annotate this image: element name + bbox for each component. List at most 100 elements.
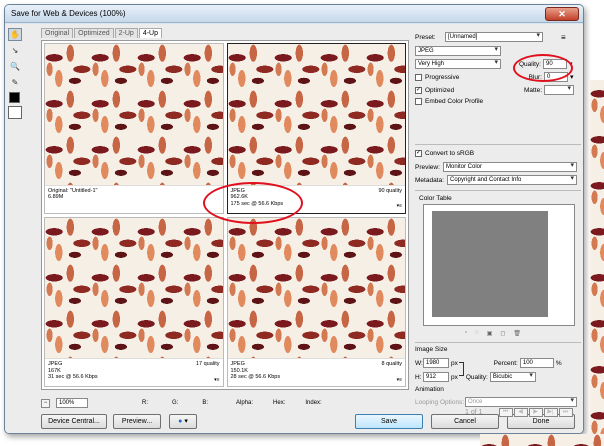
metadata-select[interactable]: Copyright and Contact Info bbox=[447, 175, 577, 185]
index-readout: Index: bbox=[305, 400, 322, 406]
pane-caption: JPEG 962.6K 175 sec @ 56.6 Kbps 90 quali… bbox=[227, 184, 405, 213]
map-transparency-icon[interactable]: ▫ bbox=[465, 330, 467, 337]
optimized-checkbox[interactable]: ✓ bbox=[415, 86, 422, 94]
tab-2-up[interactable]: 2-Up bbox=[114, 28, 138, 38]
embed-profile-label: Embed Color Profile bbox=[425, 98, 484, 105]
preview-row: Preview: Monitor Color bbox=[415, 162, 577, 172]
format-row: JPEG bbox=[415, 46, 501, 56]
optimize-menu-icon[interactable]: ≡ bbox=[561, 33, 566, 42]
slice-select-tool-icon[interactable]: ↘ bbox=[8, 44, 22, 57]
new-color-icon[interactable]: ◻ bbox=[500, 330, 505, 337]
eyedropper-color-swatch[interactable] bbox=[9, 92, 20, 103]
window-title: Save for Web & Devices (100%) bbox=[11, 9, 126, 18]
toggle-slices-icon[interactable] bbox=[8, 106, 22, 119]
save-button[interactable]: Save bbox=[355, 414, 423, 429]
convert-srgb-label: Convert to sRGB bbox=[425, 150, 475, 157]
pane-quality: 17 quality bbox=[195, 361, 220, 367]
convert-srgb-checkbox[interactable]: ✓ bbox=[415, 150, 422, 157]
frame-controls: 1 of 1 ⏮ ◀ ▶ ▶| ⏭ bbox=[465, 408, 573, 417]
width-row: W: 1980 px Percent: 100 % bbox=[415, 358, 562, 368]
preview-image[interactable] bbox=[45, 44, 223, 185]
zoom-level-select[interactable]: 100% bbox=[56, 398, 88, 408]
download-rate-menu-icon[interactable]: ▾≡ bbox=[214, 377, 219, 384]
preview-image[interactable] bbox=[227, 44, 405, 185]
percent-input[interactable]: 100 bbox=[519, 358, 554, 368]
background-image-bottom bbox=[480, 434, 604, 446]
preview-pane-8[interactable]: JPEG 150.1K 28 sec @ 56.6 Kbps 8 quality… bbox=[226, 216, 406, 387]
width-input[interactable]: 1980 bbox=[423, 358, 449, 368]
frame-buttons: ⏮ ◀ ▶ ▶| ⏭ bbox=[498, 408, 573, 417]
tab-original[interactable]: Original bbox=[41, 28, 74, 38]
preview-pane-90[interactable]: JPEG 962.6K 175 sec @ 56.6 Kbps 90 quali… bbox=[226, 43, 406, 214]
pane-caption-line3: 28 sec @ 56.6 Kbps bbox=[230, 374, 281, 380]
browser-select-button[interactable]: ● ▾ bbox=[169, 414, 197, 429]
hand-tool-icon[interactable]: ✋ bbox=[8, 28, 22, 41]
divider bbox=[415, 342, 581, 343]
blur-dropdown-icon[interactable]: ▾ bbox=[570, 73, 574, 81]
color-table-label: Color Table bbox=[419, 195, 452, 202]
next-frame-button[interactable]: ▶| bbox=[543, 408, 558, 417]
previous-frame-button[interactable]: ◀ bbox=[513, 408, 528, 417]
web-shift-icon[interactable]: ◌ bbox=[475, 330, 479, 337]
last-frame-button[interactable]: ⏭ bbox=[558, 408, 573, 417]
preview-image[interactable] bbox=[45, 217, 223, 358]
pane-quality: 90 quality bbox=[378, 187, 402, 194]
quality-dropdown-icon[interactable]: ▾ bbox=[569, 60, 573, 68]
preview-pane-original[interactable]: Original: "Untitled-1" 6.89M bbox=[44, 43, 224, 214]
tab-4-up[interactable]: 4-Up bbox=[138, 28, 163, 38]
height-input[interactable]: 912 bbox=[423, 372, 449, 382]
save-for-web-dialog: Save for Web & Devices (100%) ✕ ✋ ↘ 🔍 ✎ … bbox=[4, 4, 584, 434]
frame-counter: 1 of 1 bbox=[465, 409, 483, 416]
view-tabs: Original Optimized 2-Up 4-Up bbox=[41, 28, 163, 38]
zoom-out-button[interactable]: − bbox=[41, 398, 50, 408]
compression-row: Very High Quality: 90 ▾ bbox=[415, 59, 573, 69]
dialog-body: ✋ ↘ 🔍 ✎ Original Optimized 2-Up 4-Up Ori… bbox=[5, 24, 583, 433]
convert-srgb-row: ✓ Convert to sRGB bbox=[415, 150, 474, 157]
preview-pane-17[interactable]: JPEG 167K 31 sec @ 56.6 Kbps 17 quality … bbox=[44, 216, 224, 387]
preview-select[interactable]: Monitor Color bbox=[443, 162, 577, 172]
progressive-row: Progressive Blur: 0 ▾ bbox=[415, 72, 574, 82]
preview-image[interactable] bbox=[227, 217, 405, 358]
preview-label: Preview: bbox=[415, 163, 440, 171]
delete-color-icon[interactable]: 🗑 bbox=[513, 330, 521, 337]
metadata-label: Metadata: bbox=[415, 176, 444, 184]
optimized-label: Optimized bbox=[425, 86, 455, 94]
preview-button[interactable]: Preview... bbox=[113, 414, 161, 429]
blur-input[interactable]: 0 bbox=[544, 72, 568, 82]
resample-quality-label: Quality: bbox=[465, 373, 488, 381]
pane-caption: Original: "Untitled-1" 6.89M bbox=[45, 184, 223, 213]
matte-select[interactable] bbox=[544, 85, 574, 95]
quality-input[interactable]: 90 bbox=[543, 59, 567, 69]
color-table-toolbar: ▫ ◌ ▣ ◻ 🗑 bbox=[465, 330, 521, 337]
embed-profile-checkbox[interactable] bbox=[415, 98, 422, 105]
color-table-swatch bbox=[432, 211, 548, 317]
compression-quality-select[interactable]: Very High bbox=[415, 59, 501, 69]
color-table[interactable] bbox=[423, 204, 575, 326]
first-frame-button[interactable]: ⏮ bbox=[498, 408, 513, 417]
lock-color-icon[interactable]: ▣ bbox=[487, 330, 493, 337]
download-rate-menu-icon[interactable]: ▾≡ bbox=[397, 203, 402, 210]
percent-unit: % bbox=[555, 359, 562, 367]
status-bar: − 100% R: G: B: Alpha: Hex: Index: bbox=[41, 396, 409, 410]
metadata-row: Metadata: Copyright and Contact Info bbox=[415, 175, 577, 185]
progressive-label: Progressive bbox=[425, 73, 460, 81]
file-format-select[interactable]: JPEG bbox=[415, 46, 501, 56]
play-button[interactable]: ▶ bbox=[528, 408, 543, 417]
preset-select[interactable]: [Unnamed] bbox=[445, 32, 543, 42]
pane-caption: JPEG 150.1K 28 sec @ 56.6 Kbps 8 quality… bbox=[227, 358, 405, 386]
progressive-checkbox[interactable] bbox=[415, 73, 422, 81]
looping-select[interactable]: Once bbox=[465, 397, 577, 407]
resample-quality-select[interactable]: Bicubic bbox=[489, 372, 536, 382]
divider bbox=[415, 190, 581, 191]
tab-optimized[interactable]: Optimized bbox=[74, 28, 114, 38]
download-rate-menu-icon[interactable]: ▾≡ bbox=[397, 377, 402, 384]
preview-grid: Original: "Untitled-1" 6.89M JPEG 962.6K… bbox=[41, 40, 409, 390]
device-central-button[interactable]: Device Central... bbox=[41, 414, 107, 429]
background-image-edge bbox=[590, 80, 604, 446]
looping-row: Looping Options: Once bbox=[415, 397, 577, 407]
close-button[interactable]: ✕ bbox=[545, 7, 579, 21]
hex-readout: Hex: bbox=[273, 400, 286, 406]
zoom-tool-icon[interactable]: 🔍 bbox=[8, 60, 22, 73]
eyedropper-tool-icon[interactable]: ✎ bbox=[8, 76, 22, 89]
pane-caption: JPEG 167K 31 sec @ 56.6 Kbps 17 quality … bbox=[45, 358, 223, 386]
